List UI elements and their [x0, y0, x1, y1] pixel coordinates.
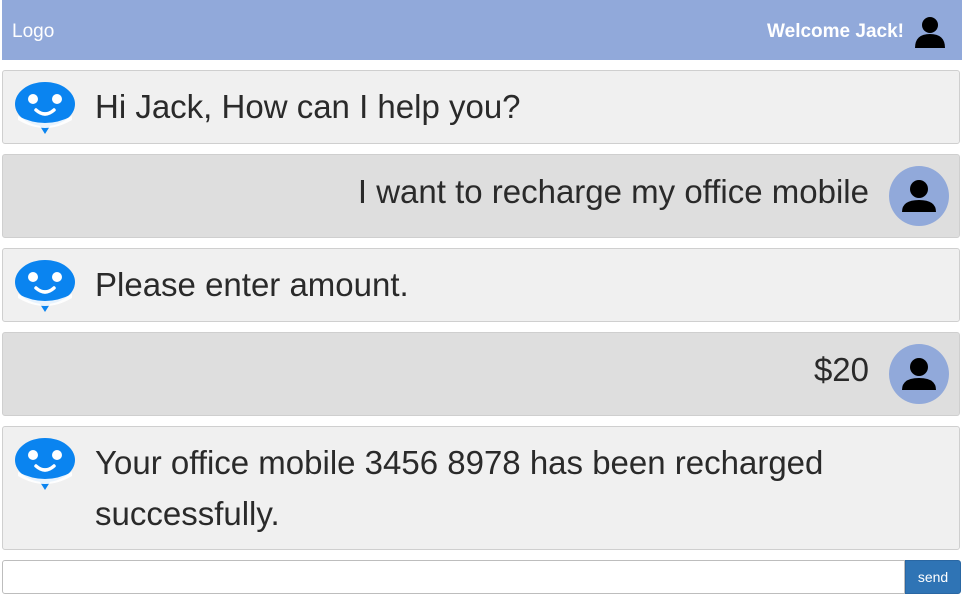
user-message-text: $20 [813, 351, 869, 388]
logo[interactable]: Logo [12, 21, 54, 43]
welcome-text: Welcome Jack! [767, 21, 904, 42]
user-avatar-icon [889, 166, 949, 226]
message-composer: send [2, 560, 961, 594]
message-input[interactable] [2, 560, 905, 594]
chatbot-icon [15, 438, 75, 490]
app-header: Logo Welcome Jack! [2, 0, 962, 60]
user-message: I want to recharge my office mobile [2, 154, 960, 238]
bot-message-text: Please enter amount. [95, 266, 409, 303]
bot-message-text: Hi Jack, How can I help you? [95, 88, 521, 125]
user-icon[interactable] [913, 15, 947, 49]
user-message-text: I want to recharge my office mobile [357, 173, 869, 210]
user-message: $20 [2, 332, 960, 416]
bot-message-text: Your office mobile 3456 8978 has been re… [95, 444, 824, 532]
send-button[interactable]: send [905, 560, 961, 594]
chatbot-icon [15, 82, 75, 134]
bot-message: Your office mobile 3456 8978 has been re… [2, 426, 960, 550]
bot-message: Hi Jack, How can I help you? [2, 70, 960, 144]
user-avatar-icon [889, 344, 949, 404]
bot-message: Please enter amount. [2, 248, 960, 322]
chatbot-icon [15, 260, 75, 312]
